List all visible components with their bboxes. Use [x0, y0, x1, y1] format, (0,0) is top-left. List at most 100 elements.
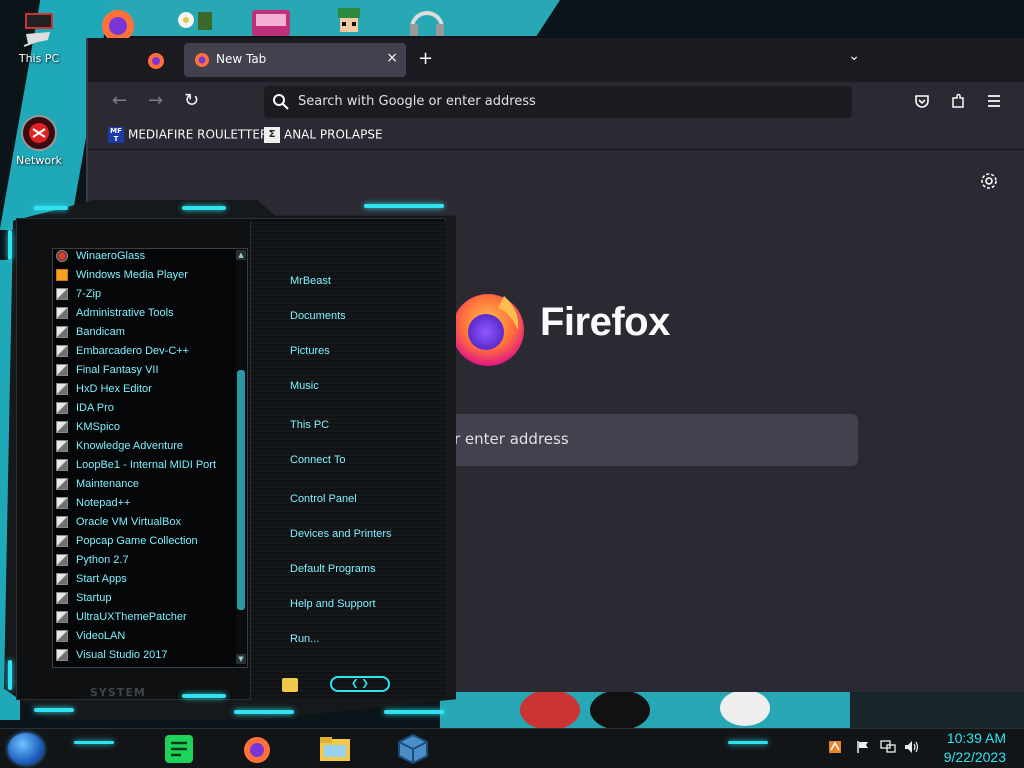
bookmark-anal-prolapse[interactable]: Σ ANAL PROLAPSE: [264, 127, 383, 145]
back-button[interactable]: ←: [112, 92, 127, 110]
folder-icon: [56, 573, 68, 586]
folder-icon: [56, 516, 68, 529]
program-item[interactable]: IDA Pro: [56, 402, 236, 421]
program-item[interactable]: LoopBe1 - Internal MIDI Port: [56, 459, 236, 478]
url-bar[interactable]: Search with Google or enter address: [264, 86, 852, 118]
place-item[interactable]: Pictures: [290, 345, 330, 357]
program-item[interactable]: HxD Hex Editor: [56, 383, 236, 402]
place-item[interactable]: Music: [290, 380, 319, 392]
programs-scroll-thumb[interactable]: [237, 370, 245, 610]
place-item[interactable]: This PC: [290, 419, 329, 431]
virtualbox-icon[interactable]: [390, 733, 436, 765]
tab-strip: New Tab × + ⌄: [88, 38, 1024, 82]
program-item[interactable]: UltraUXThemePatcher: [56, 611, 236, 630]
folder-icon: [56, 459, 68, 472]
network-desktop-icon[interactable]: Network: [9, 114, 69, 167]
program-item[interactable]: Start Apps: [56, 573, 236, 592]
firefox-desktop-icon[interactable]: [96, 4, 142, 42]
file-explorer-icon[interactable]: [312, 733, 358, 765]
clock[interactable]: 10:39 AM 9/22/2023: [944, 729, 1006, 766]
tab-new-tab[interactable]: New Tab ×: [184, 43, 406, 77]
program-label: UltraUXThemePatcher: [76, 611, 187, 624]
folder-icon: [56, 478, 68, 491]
folder-icon: [56, 440, 68, 453]
program-label: Start Apps: [76, 573, 127, 586]
tab-pinned-firefox[interactable]: [136, 46, 176, 76]
program-item[interactable]: Python 2.7: [56, 554, 236, 573]
sigma-icon: Σ: [264, 127, 280, 143]
folder-icon: [56, 345, 68, 358]
bookmarks-toolbar: MF T MEDIAFIRE ROULETTER Σ ANAL PROLAPSE: [88, 122, 1024, 150]
pocket-icon[interactable]: [914, 93, 930, 113]
folder-icon: [56, 421, 68, 434]
program-item[interactable]: VideoLAN: [56, 630, 236, 649]
place-item[interactable]: MrBeast: [290, 275, 331, 287]
folder-icon: [56, 554, 68, 567]
program-label: VideoLAN: [76, 630, 126, 643]
place-item[interactable]: Documents: [290, 310, 346, 322]
program-item[interactable]: 7-Zip: [56, 288, 236, 307]
scroll-up-arrow[interactable]: ▲: [236, 250, 246, 260]
program-label: Notepad++: [76, 497, 131, 510]
folder-icon: [56, 535, 68, 548]
place-item[interactable]: Devices and Printers: [290, 528, 392, 540]
network-tray-icon[interactable]: [880, 740, 896, 758]
volume-icon[interactable]: [904, 740, 920, 758]
program-label: Startup: [76, 592, 112, 605]
headphones-desktop-icon[interactable]: [404, 4, 450, 38]
place-item[interactable]: Default Programs: [290, 563, 376, 575]
shutdown-icon[interactable]: [282, 678, 298, 692]
notes-app-icon[interactable]: [156, 733, 202, 765]
gear-icon[interactable]: [980, 172, 998, 195]
program-item[interactable]: Notepad++: [56, 497, 236, 516]
program-label: KMSpico: [76, 421, 121, 434]
bookmark-mediafire-rouletter[interactable]: MF T MEDIAFIRE ROULETTER: [108, 127, 268, 145]
close-tab-icon[interactable]: ×: [386, 50, 398, 66]
place-item[interactable]: Run...: [290, 633, 319, 645]
scroll-down-arrow[interactable]: ▼: [236, 654, 246, 664]
bookmark-label: MEDIAFIRE ROULETTER: [128, 127, 269, 142]
program-item[interactable]: Administrative Tools: [56, 307, 236, 326]
navigation-toolbar: ← → ↻ Search with Google or enter addres…: [88, 82, 1024, 122]
system-label: SYSTEM: [90, 686, 146, 699]
program-item[interactable]: Startup: [56, 592, 236, 611]
shutdown-options-button[interactable]: ❮ ❯: [330, 676, 390, 692]
program-item[interactable]: Visual Studio 2017: [56, 649, 236, 668]
list-all-tabs-button[interactable]: ⌄: [848, 48, 860, 64]
place-item[interactable]: Control Panel: [290, 493, 357, 505]
app-desktop-icon[interactable]: [248, 4, 294, 38]
program-item[interactable]: Knowledge Adventure: [56, 440, 236, 459]
program-item[interactable]: Embarcadero Dev-C++: [56, 345, 236, 364]
forward-button[interactable]: →: [148, 92, 163, 110]
folder-icon: [56, 326, 68, 339]
folder-icon: [56, 592, 68, 605]
start-button[interactable]: [8, 733, 44, 765]
program-item[interactable]: Bandicam: [56, 326, 236, 345]
place-item[interactable]: Help and Support: [290, 598, 376, 610]
program-label: Knowledge Adventure: [76, 440, 184, 453]
program-label: 7-Zip: [76, 288, 102, 301]
program-item[interactable]: KMSpico: [56, 421, 236, 440]
game-character-desktop-icon[interactable]: [326, 4, 372, 38]
flag-icon[interactable]: [856, 740, 870, 758]
program-item[interactable]: Oracle VM VirtualBox: [56, 516, 236, 535]
reload-button[interactable]: ↻: [184, 92, 199, 110]
program-item[interactable]: WinaeroGlass: [56, 250, 236, 269]
firefox-icon[interactable]: [234, 733, 280, 765]
program-item[interactable]: Final Fantasy VII: [56, 364, 236, 383]
program-item[interactable]: Popcap Game Collection: [56, 535, 236, 554]
app-tray-icon[interactable]: [828, 740, 842, 758]
program-item[interactable]: Windows Media Player: [56, 269, 236, 288]
menu-icon[interactable]: [986, 93, 1002, 113]
flower-desktop-icon[interactable]: [172, 4, 218, 38]
media-player-icon: [56, 269, 68, 282]
place-item[interactable]: Connect To: [290, 454, 345, 466]
program-label: LoopBe1 - Internal MIDI Port: [76, 459, 217, 472]
this-pc-desktop-icon[interactable]: This PC: [9, 12, 69, 65]
new-tab-button[interactable]: +: [418, 48, 433, 69]
program-label: HxD Hex Editor: [76, 383, 152, 396]
program-item[interactable]: Maintenance: [56, 478, 236, 497]
program-label: Bandicam: [76, 326, 125, 339]
extensions-icon[interactable]: [950, 93, 966, 113]
folder-icon: [56, 649, 68, 662]
